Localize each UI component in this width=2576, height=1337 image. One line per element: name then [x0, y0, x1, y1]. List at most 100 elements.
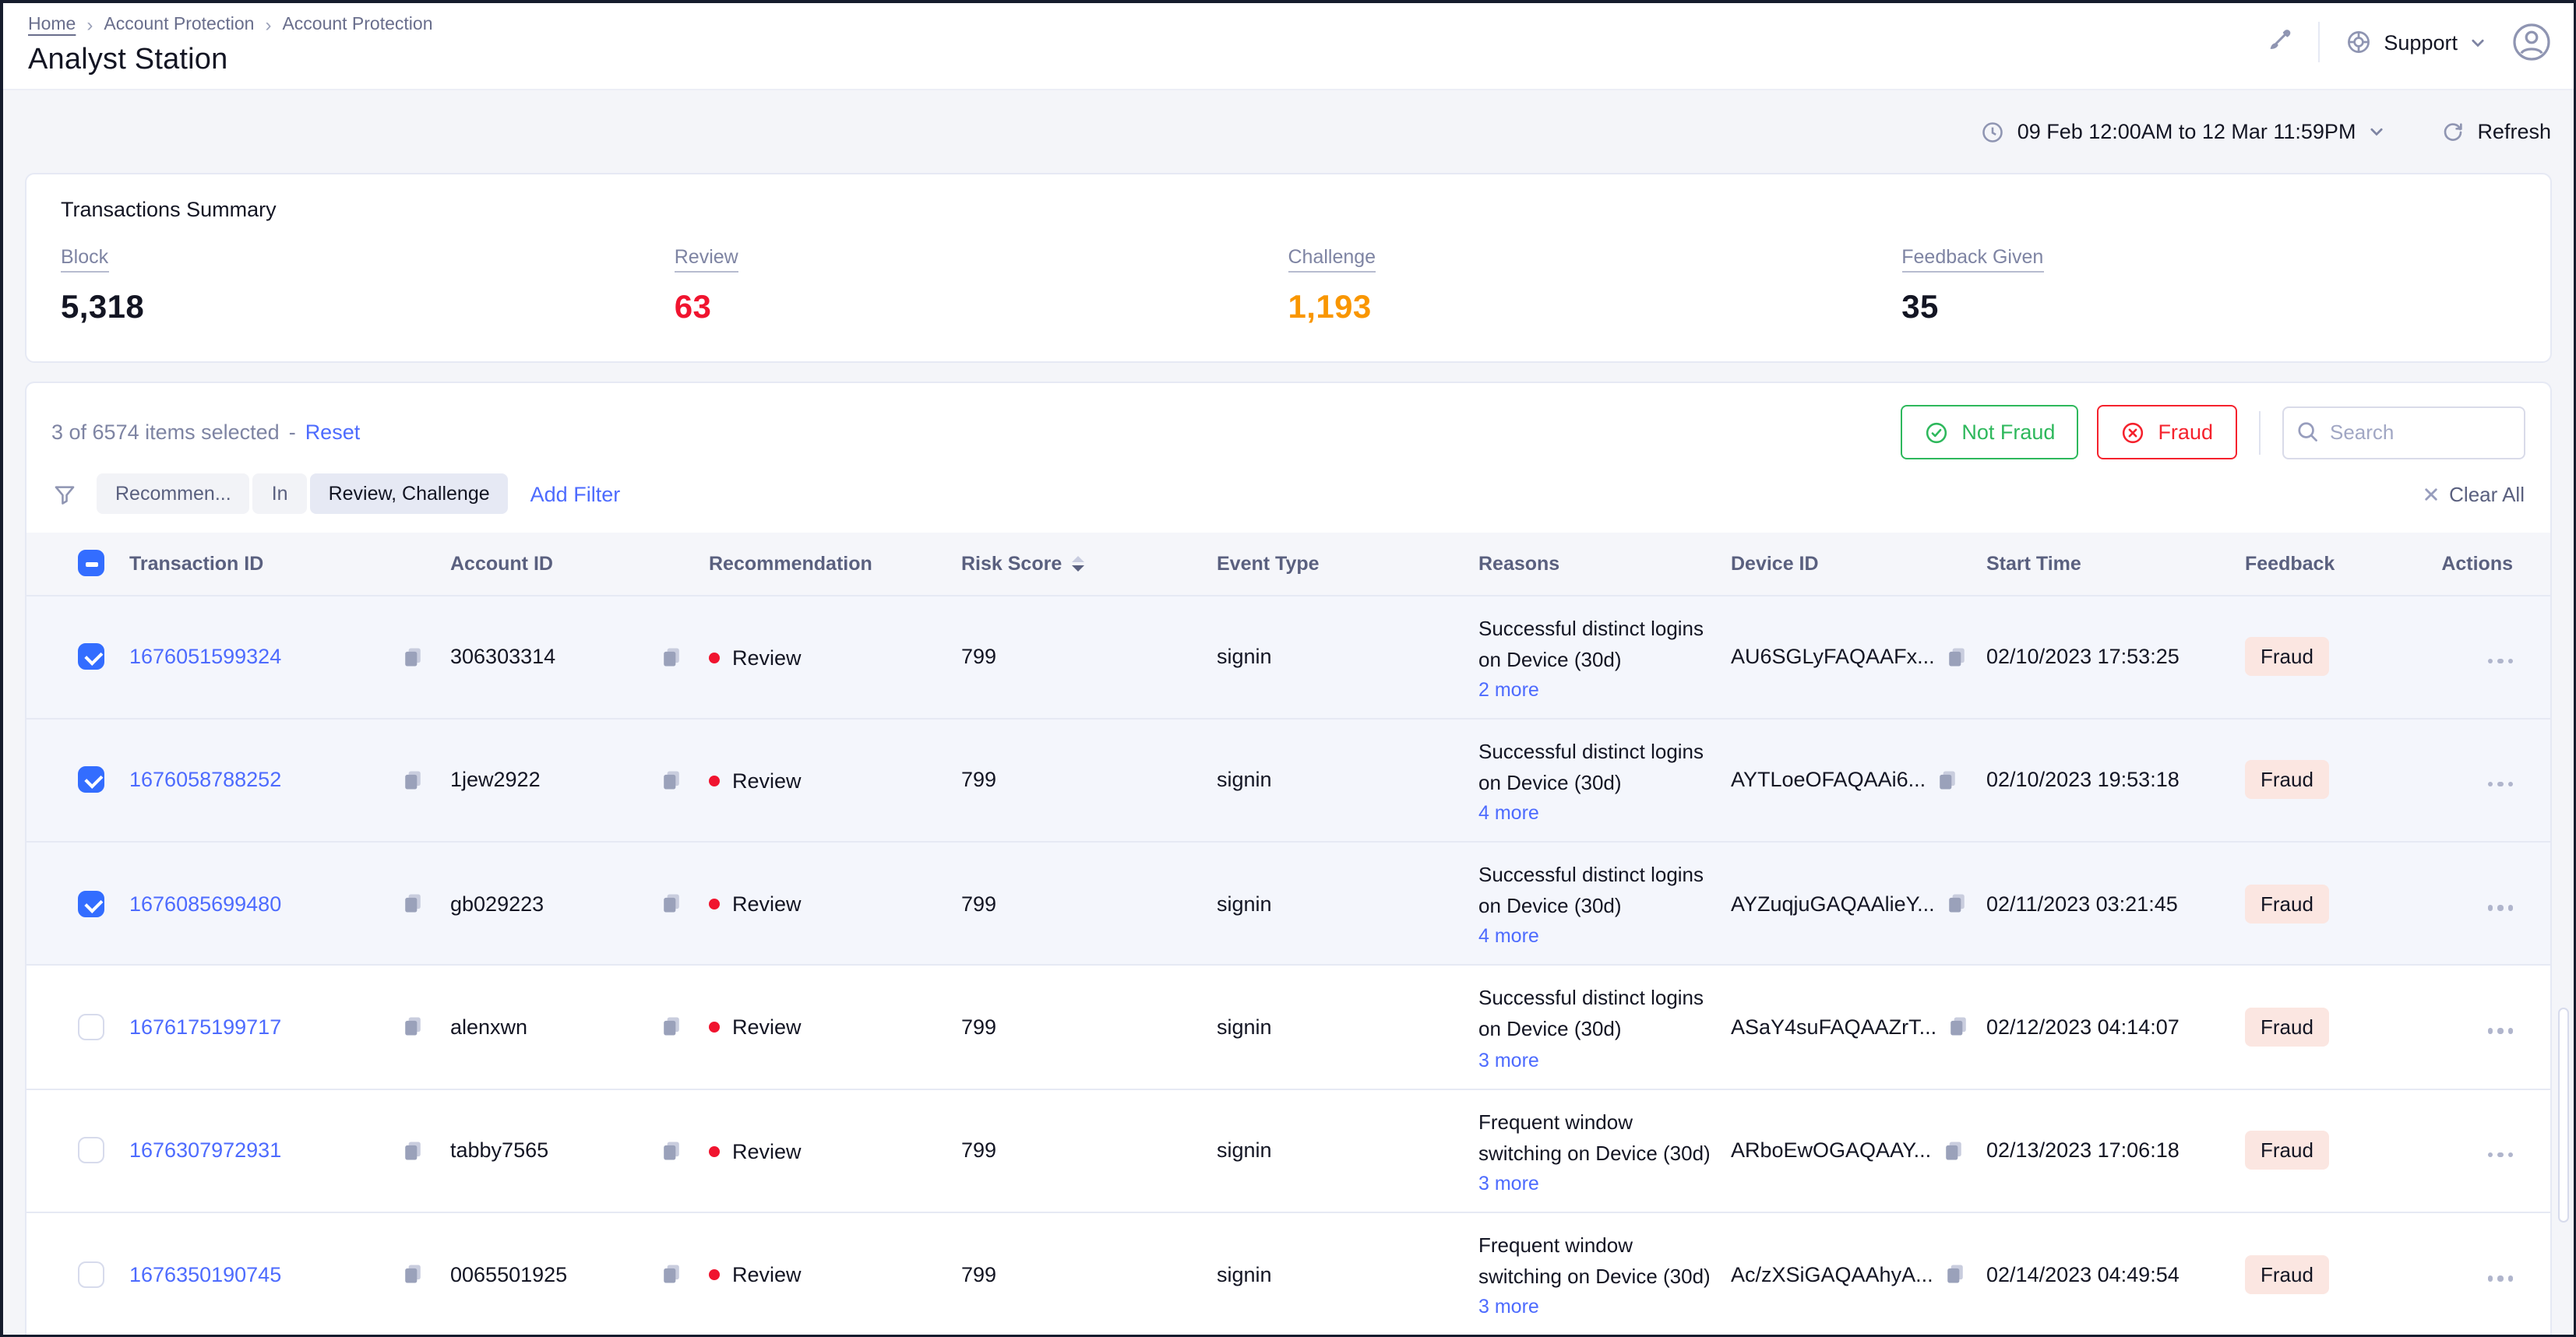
date-range-picker[interactable]: 09 Feb 12:00AM to 12 Mar 11:59PM	[1980, 119, 2386, 144]
stat-label[interactable]: Challenge	[1288, 246, 1376, 273]
copy-icon[interactable]	[659, 1015, 684, 1040]
selection-info: 3 of 6574 items selected - Reset	[51, 420, 360, 444]
row-actions-button[interactable]	[2487, 782, 2513, 787]
transaction-id-link[interactable]: 1676085699480	[129, 892, 281, 915]
row-actions-button[interactable]	[2487, 1029, 2513, 1034]
copy-icon[interactable]	[659, 768, 684, 793]
account-id-value: 0065501925	[450, 1262, 567, 1286]
recommendation-dot	[709, 1022, 720, 1033]
copy-icon[interactable]	[400, 891, 425, 916]
table-row: 1676175199717 alenxwn Review 799 signin	[26, 966, 2551, 1089]
filter-funnel-icon[interactable]	[51, 480, 78, 507]
top-bar: Home›Account Protection›Account Protecti…	[3, 3, 2573, 90]
transaction-id-link[interactable]: 1676175199717	[129, 1015, 281, 1039]
fraud-label: Fraud	[2158, 420, 2213, 444]
vertical-scrollbar-thumb[interactable]	[2557, 1008, 2568, 1223]
fraud-button[interactable]: Fraud	[2097, 405, 2236, 459]
copy-icon[interactable]	[1935, 768, 1960, 793]
clear-all-label: Clear All	[2449, 482, 2525, 505]
stat-label[interactable]: Review	[675, 246, 738, 273]
row-actions-button[interactable]	[2487, 905, 2513, 910]
table-header-row: Transaction ID Account ID Recommendation…	[26, 533, 2551, 595]
sort-icons[interactable]	[1071, 556, 1084, 572]
copy-icon[interactable]	[400, 768, 425, 793]
row-checkbox[interactable]	[78, 767, 104, 793]
breadcrumb-item[interactable]: Home	[28, 16, 76, 34]
x-circle-icon	[2120, 420, 2145, 445]
breadcrumb-item[interactable]: Account Protection	[282, 16, 432, 34]
recommendation-dot	[709, 776, 720, 786]
refresh-button[interactable]: Refresh	[2441, 120, 2551, 143]
start-time-value: 02/10/2023 17:53:25	[1986, 645, 2180, 668]
selection-count-text: 3 of 6574 items selected	[51, 420, 280, 444]
column-header-start-time: Start Time	[1986, 533, 2245, 595]
event-type-value: signin	[1217, 892, 1272, 915]
reason-text: Frequent window switching on Device (30d…	[1478, 1230, 1712, 1293]
more-reasons-link[interactable]: 3 more	[1478, 1173, 1539, 1195]
recommendation-value: Review	[732, 1140, 802, 1163]
stat-feedback-given: Feedback Given 35	[1901, 243, 2515, 327]
row-checkbox[interactable]	[78, 1261, 104, 1287]
controls-divider	[2258, 410, 2260, 454]
copy-icon[interactable]	[659, 1261, 684, 1286]
refresh-label: Refresh	[2477, 120, 2551, 143]
row-checkbox[interactable]	[78, 890, 104, 917]
transaction-id-link[interactable]: 1676307972931	[129, 1139, 281, 1163]
clock-icon	[1980, 119, 2005, 144]
copy-icon[interactable]	[400, 1138, 425, 1163]
feedback-badge: Fraud	[2245, 637, 2329, 676]
device-id-value: AYZuqjuGAQAAlieY...	[1731, 892, 1935, 915]
more-reasons-link[interactable]: 4 more	[1478, 926, 1539, 948]
row-checkbox[interactable]	[78, 643, 104, 670]
analyst-station-app: Home›Account Protection›Account Protecti…	[0, 0, 2576, 1337]
copy-icon[interactable]	[1944, 891, 1969, 916]
filter-chip-field[interactable]: Recommen...	[97, 473, 250, 514]
more-reasons-link[interactable]: 4 more	[1478, 802, 1539, 824]
feedback-badge: Fraud	[2245, 1131, 2329, 1170]
row-actions-button[interactable]	[2487, 658, 2513, 663]
support-label: Support	[2384, 30, 2458, 54]
start-time-value: 02/12/2023 04:14:07	[1986, 1015, 2180, 1039]
row-checkbox[interactable]	[78, 1138, 104, 1164]
row-actions-button[interactable]	[2487, 1152, 2513, 1158]
add-filter-link[interactable]: Add Filter	[530, 482, 621, 505]
device-id-value: ASaY4suFAQAAZrT...	[1731, 1015, 1936, 1039]
copy-icon[interactable]	[400, 1261, 425, 1286]
copy-icon[interactable]	[659, 891, 684, 916]
copy-icon[interactable]	[400, 644, 425, 669]
recommendation-dot	[709, 1146, 720, 1157]
stat-label[interactable]: Block	[61, 246, 108, 273]
filter-chip-values[interactable]: Review, Challenge	[310, 473, 509, 514]
support-menu[interactable]: Support	[2345, 28, 2486, 56]
brush-icon[interactable]	[2262, 26, 2293, 58]
row-actions-button[interactable]	[2487, 1275, 2513, 1281]
transaction-id-link[interactable]: 1676350190745	[129, 1262, 281, 1286]
copy-icon[interactable]	[1946, 1015, 1971, 1040]
user-avatar-icon[interactable]	[2511, 22, 2551, 62]
filter-chip-operator[interactable]: In	[253, 473, 307, 514]
copy-icon[interactable]	[1943, 1261, 1968, 1286]
transaction-id-link[interactable]: 1676051599324	[129, 645, 281, 668]
breadcrumb-item[interactable]: Account Protection	[104, 16, 254, 34]
copy-icon[interactable]	[659, 644, 684, 669]
top-bar-actions: Support	[2262, 22, 2551, 62]
copy-icon[interactable]	[659, 1138, 684, 1163]
stat-label[interactable]: Feedback Given	[1901, 246, 2043, 273]
column-header-actions: Actions	[2401, 533, 2551, 595]
copy-icon[interactable]	[400, 1015, 425, 1040]
select-all-checkbox[interactable]	[78, 551, 104, 577]
transaction-id-link[interactable]: 1676058788252	[129, 769, 281, 792]
column-header-feedback: Feedback	[2245, 533, 2401, 595]
more-reasons-link[interactable]: 3 more	[1478, 1049, 1539, 1071]
more-reasons-link[interactable]: 2 more	[1478, 679, 1539, 701]
not-fraud-button[interactable]: Not Fraud	[1901, 405, 2078, 459]
column-header-risk-score[interactable]: Risk Score	[961, 533, 1217, 595]
recommendation-value: Review	[732, 1263, 802, 1286]
reset-selection-link[interactable]: Reset	[305, 420, 361, 444]
more-reasons-link[interactable]: 3 more	[1478, 1296, 1539, 1318]
row-checkbox[interactable]	[78, 1014, 104, 1040]
column-header-device-id: Device ID	[1731, 533, 1986, 595]
clear-all-button[interactable]: Clear All	[2423, 482, 2525, 505]
copy-icon[interactable]	[1944, 644, 1969, 669]
copy-icon[interactable]	[1940, 1138, 1965, 1163]
